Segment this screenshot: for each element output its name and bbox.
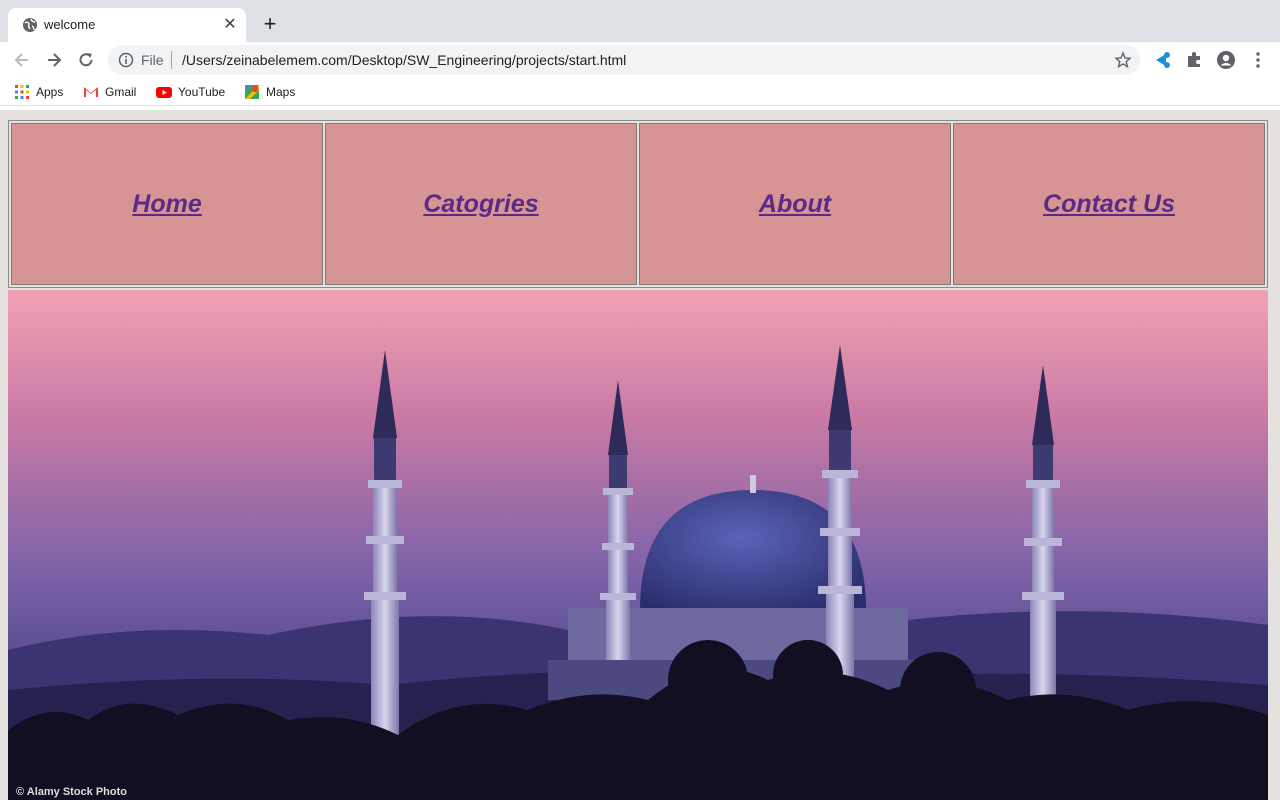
hero-mosque-image: © Alamy Stock Photo [8,290,1268,800]
tab-strip: welcome ✕ + [0,0,1280,42]
back-arrow-icon [14,53,28,67]
url-text[interactable]: /Users/zeinabelemem.com/Desktop/SW_Engin… [182,52,626,68]
profile-avatar-icon[interactable] [1216,50,1236,70]
youtube-icon [156,87,172,98]
forward-arrow-icon [48,53,62,67]
url-divider [171,51,172,69]
forward-button[interactable] [42,48,66,72]
url-scheme: File [141,52,164,68]
nav-link-categories[interactable]: Catogries [423,190,538,219]
reload-icon [79,53,93,67]
nav-cell-home: Home [11,123,323,285]
nav-cell-about: About [639,123,951,285]
nav-cell-categories: Catogries [325,123,637,285]
close-tab-icon[interactable]: ✕ [220,15,240,35]
toolbar: File /Users/zeinabelemem.com/Desktop/SW_… [0,42,1280,78]
nav-table: Home Catogries About Contact Us [8,120,1268,288]
tab-title: welcome [44,17,96,32]
reload-button[interactable] [74,48,98,72]
info-icon[interactable] [118,52,134,68]
tab-welcome[interactable]: welcome ✕ [8,8,246,42]
photo-watermark: © Alamy Stock Photo [16,786,127,798]
bookmark-label: Apps [36,85,64,99]
globe-icon [23,18,37,32]
maps-icon [245,85,259,99]
new-tab-button[interactable]: + [258,13,282,37]
bookmark-gmail[interactable]: Gmail [83,84,136,100]
bookmark-label: Maps [266,85,296,99]
address-bar[interactable]: File /Users/zeinabelemem.com/Desktop/SW_… [108,45,1140,75]
page-viewport: Home Catogries About Contact Us © Alamy … [0,110,1280,800]
bookmarks-bar: Apps Gmail YouTube Maps [0,78,1280,106]
bookmark-label: Gmail [105,85,137,99]
bookmark-apps[interactable]: Apps [14,84,63,100]
back-button[interactable] [10,48,34,72]
extensions-puzzle-icon[interactable] [1184,50,1204,70]
more-menu-icon[interactable] [1248,50,1268,70]
bookmark-label: YouTube [178,85,226,99]
nav-link-contact-us[interactable]: Contact Us [1043,190,1175,219]
apps-grid-icon [15,85,29,99]
bookmark-star-icon[interactable] [1114,51,1132,69]
extension-share-icon[interactable] [1152,50,1172,70]
nav-cell-contact: Contact Us [953,123,1265,285]
gmail-icon [84,87,98,97]
nav-link-about[interactable]: About [759,190,831,219]
bookmark-maps[interactable]: Maps [244,84,295,100]
bookmark-youtube[interactable]: YouTube [156,84,225,100]
nav-link-home[interactable]: Home [132,190,201,219]
